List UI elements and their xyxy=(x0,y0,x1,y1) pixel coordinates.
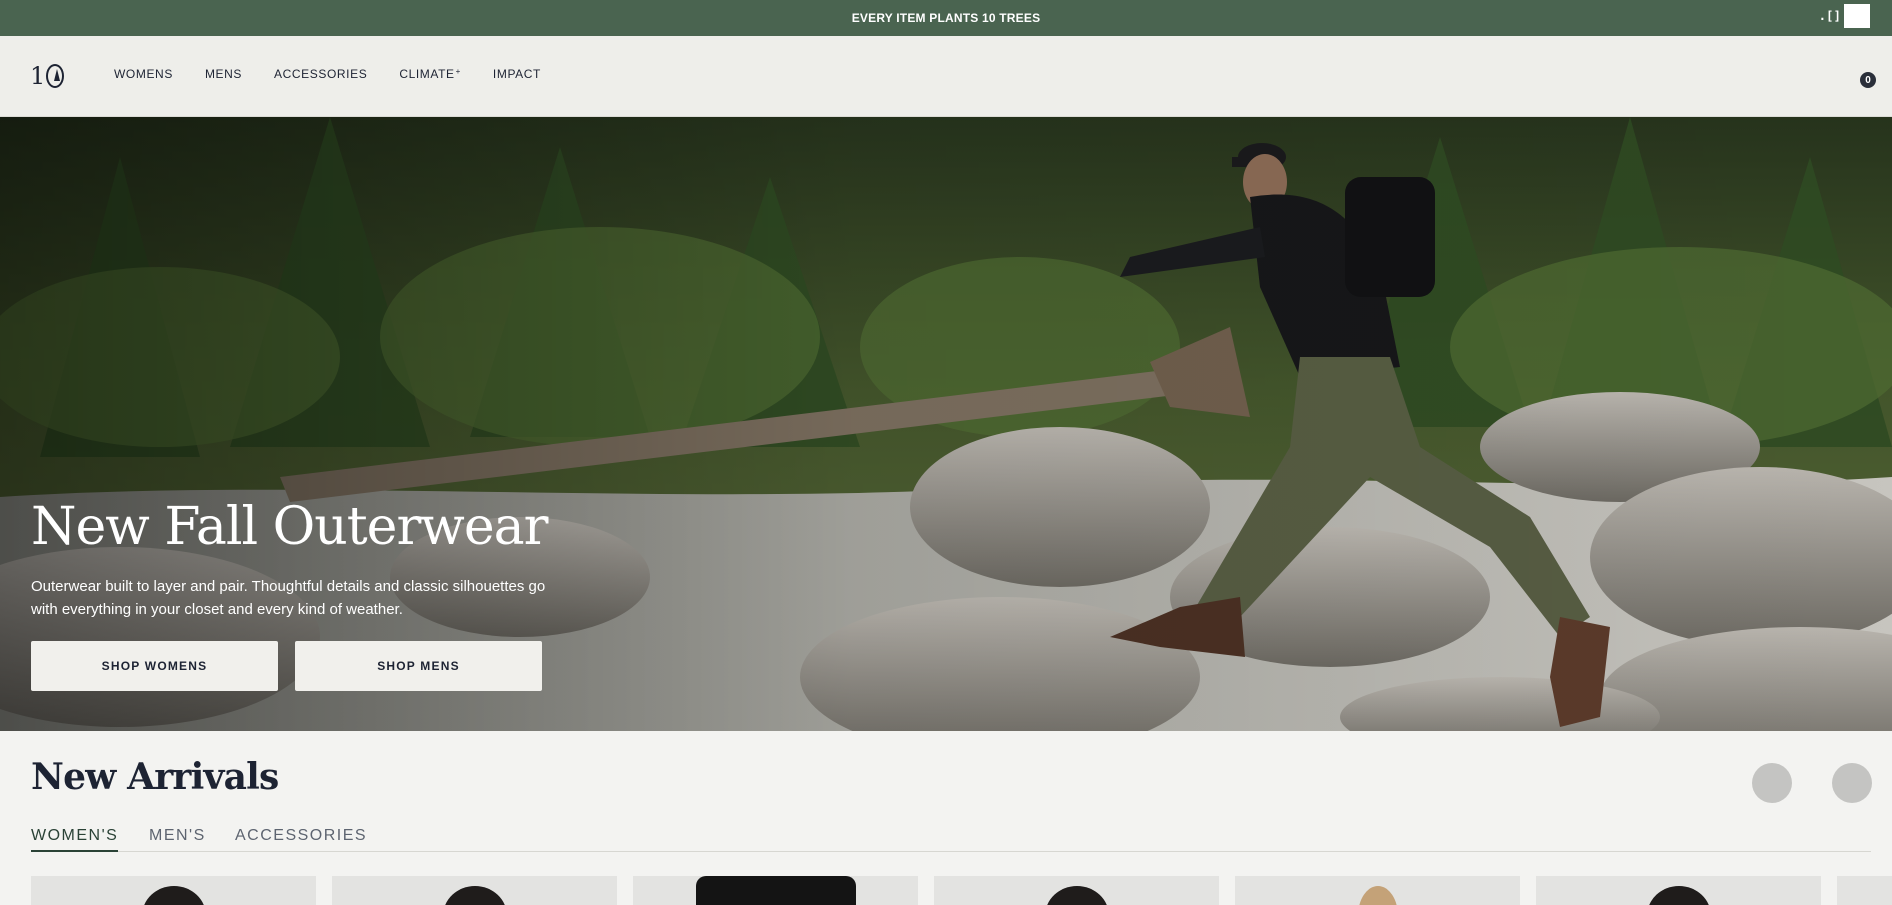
nav-climate-plus: + xyxy=(455,66,461,76)
nav-climate[interactable]: CLIMATE + xyxy=(399,66,461,82)
announcement-close-button[interactable] xyxy=(1844,4,1870,28)
announcement-control[interactable]: .[] xyxy=(1819,4,1870,28)
tab-accessories[interactable]: ACCESSORIES xyxy=(235,827,367,852)
product-image xyxy=(141,886,206,905)
carousel-prev-button[interactable] xyxy=(1752,763,1792,803)
product-image xyxy=(695,876,856,905)
shop-mens-button[interactable]: SHOP MENS xyxy=(295,641,542,691)
announcement-control-glyph: .[] xyxy=(1818,9,1841,23)
product-card[interactable] xyxy=(934,876,1219,905)
shop-womens-button[interactable]: SHOP WOMENS xyxy=(31,641,278,691)
site-header: 1 WOMENS MENS ACCESSORIES CLIMATE + IMPAC… xyxy=(0,36,1892,117)
announcement-bar: EVERY ITEM PLANTS 10 TREES .[] xyxy=(0,0,1892,36)
tab-mens[interactable]: MEN'S xyxy=(149,827,206,852)
nav-climate-label: CLIMATE xyxy=(399,67,455,81)
product-image xyxy=(442,886,507,905)
arrivals-tabs: WOMEN'S MEN'S ACCESSORIES xyxy=(31,827,1871,852)
hero-banner: New Fall Outerwear Outerwear built to la… xyxy=(0,117,1892,731)
cart-count-badge[interactable]: 0 xyxy=(1860,72,1876,88)
product-card[interactable] xyxy=(1837,876,1892,905)
product-card[interactable] xyxy=(31,876,316,905)
hero-subtitle: Outerwear built to layer and pair. Thoug… xyxy=(31,578,546,618)
product-card[interactable] xyxy=(633,876,918,905)
tab-womens[interactable]: WOMEN'S xyxy=(31,827,119,852)
brand-logo[interactable]: 1 xyxy=(30,62,68,90)
hero-image xyxy=(0,117,1892,731)
announcement-text: EVERY ITEM PLANTS 10 TREES xyxy=(851,11,1041,25)
logo-mark-one: 1 xyxy=(30,62,46,90)
product-image xyxy=(1646,886,1711,905)
new-arrivals-title: New Arrivals xyxy=(31,756,279,798)
nav-impact[interactable]: IMPACT xyxy=(493,67,541,81)
carousel-next-button[interactable] xyxy=(1832,763,1872,803)
main-nav: WOMENS MENS ACCESSORIES CLIMATE + IMPACT xyxy=(114,66,573,82)
hero-title: New Fall Outerwear xyxy=(31,497,548,557)
nav-accessories[interactable]: ACCESSORIES xyxy=(274,67,367,81)
product-image xyxy=(1044,886,1109,905)
nav-mens[interactable]: MENS xyxy=(205,67,242,81)
product-image xyxy=(1357,886,1398,905)
product-card[interactable] xyxy=(332,876,617,905)
nav-womens[interactable]: WOMENS xyxy=(114,67,173,81)
logo-tree-icon xyxy=(46,64,65,88)
product-card[interactable] xyxy=(1235,876,1520,905)
product-card[interactable] xyxy=(1536,876,1821,905)
